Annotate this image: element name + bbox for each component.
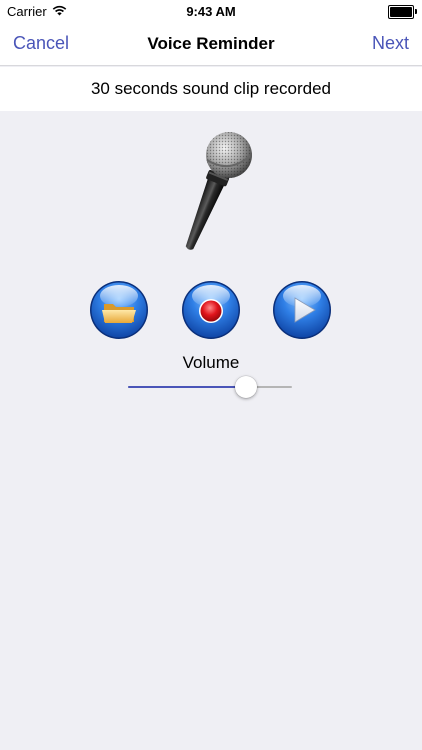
record-icon xyxy=(182,281,240,339)
next-button[interactable]: Next xyxy=(372,33,409,54)
volume-slider[interactable] xyxy=(128,376,292,398)
battery-icon xyxy=(388,5,417,19)
volume-label: Volume xyxy=(182,353,240,372)
slider-thumb[interactable] xyxy=(235,376,258,398)
slider-track-fill xyxy=(128,386,247,388)
status-time: 9:43 AM xyxy=(186,4,236,19)
play-icon xyxy=(273,281,331,339)
record-button[interactable] xyxy=(181,280,241,340)
play-button[interactable] xyxy=(272,280,332,340)
page-title: Voice Reminder xyxy=(147,34,275,53)
navigation-bar: Cancel Voice Reminder Next xyxy=(0,22,422,66)
folder-icon xyxy=(90,281,148,339)
status-bar: Carrier 9:43 AM xyxy=(0,0,422,22)
microphone-icon xyxy=(170,128,254,256)
open-folder-button[interactable] xyxy=(89,280,149,340)
recording-status-row: 30 seconds sound clip recorded xyxy=(0,67,422,111)
recording-status-text: 30 seconds sound clip recorded xyxy=(90,79,332,98)
